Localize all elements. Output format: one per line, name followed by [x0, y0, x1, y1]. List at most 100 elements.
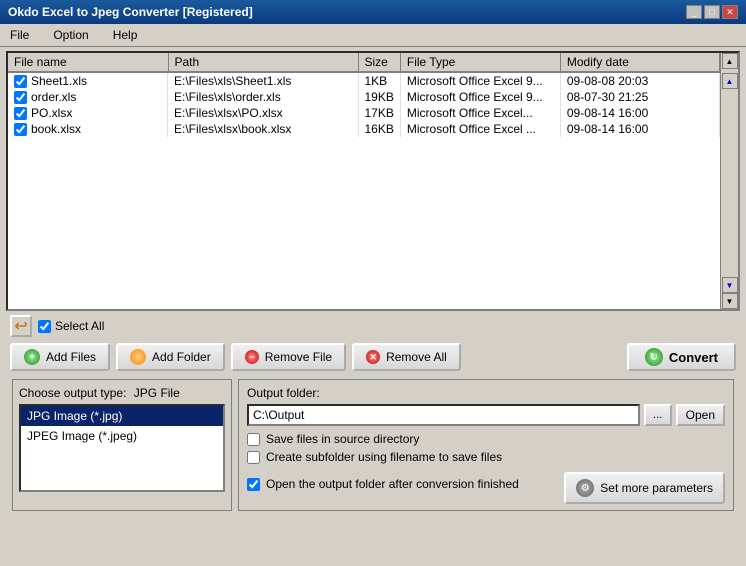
output-folder-input[interactable]: [247, 404, 640, 426]
convert-label: Convert: [669, 350, 718, 365]
set-params-label: Set more parameters: [600, 481, 713, 495]
gear-icon: ⚙: [576, 479, 594, 497]
window-controls: _ □ ✕: [686, 5, 738, 19]
bottom-nav: ↩ Select All: [6, 311, 740, 341]
maximize-button[interactable]: □: [704, 5, 720, 19]
cell-filename: Sheet1.xls: [8, 73, 168, 89]
table-row[interactable]: Sheet1.xls E:\Files\xls\Sheet1.xls 1KB M…: [8, 72, 720, 89]
output-type-list[interactable]: JPG Image (*.jpg)JPEG Image (*.jpeg): [19, 404, 225, 492]
menu-option[interactable]: Option: [47, 26, 94, 44]
select-all-label[interactable]: Select All: [38, 319, 104, 333]
scroll-down-btn[interactable]: ▼: [722, 277, 738, 293]
select-all-checkbox[interactable]: [38, 320, 51, 333]
cell-type: Microsoft Office Excel...: [400, 105, 560, 121]
remove-file-icon: −: [245, 350, 259, 364]
row-checkbox-2[interactable]: [14, 107, 27, 120]
save-source-label: Save files in source directory: [266, 432, 419, 446]
add-folder-label: Add Folder: [152, 350, 211, 364]
add-files-button[interactable]: + Add Files: [10, 343, 110, 371]
cell-date: 09-08-14 16:00: [560, 105, 719, 121]
main-content: File name Path Size File Type Modify dat…: [0, 47, 746, 519]
cell-size: 17KB: [358, 105, 400, 121]
col-date: Modify date: [560, 53, 719, 72]
last-row: Open the output folder after conversion …: [247, 468, 725, 504]
output-list-item[interactable]: JPEG Image (*.jpeg): [21, 426, 223, 446]
col-filename: File name: [8, 53, 168, 72]
scroll-up-btn[interactable]: ▲: [722, 73, 738, 89]
col-filetype: File Type: [400, 53, 560, 72]
convert-icon: ↻: [645, 348, 663, 366]
open-after-checkbox[interactable]: [247, 478, 260, 491]
row-checkbox-1[interactable]: [14, 91, 27, 104]
cell-path: E:\Files\xls\order.xls: [168, 89, 358, 105]
minimize-button[interactable]: _: [686, 5, 702, 19]
cell-size: 16KB: [358, 121, 400, 137]
menu-bar: File Option Help: [0, 24, 746, 47]
title-bar: Okdo Excel to Jpeg Converter [Registered…: [0, 0, 746, 24]
open-label: Open: [686, 408, 715, 422]
output-type-box: Choose output type: JPG File JPG Image (…: [12, 379, 232, 511]
output-type-label: Choose output type: JPG File: [19, 386, 225, 400]
create-subfolder-row: Create subfolder using filename to save …: [247, 450, 725, 464]
cell-filename: book.xlsx: [8, 121, 168, 137]
file-table-container: File name Path Size File Type Modify dat…: [6, 51, 740, 311]
lower-panel: Choose output type: JPG File JPG Image (…: [6, 375, 740, 515]
create-subfolder-checkbox[interactable]: [247, 451, 260, 464]
col-size: Size: [358, 53, 400, 72]
cell-filename: order.xls: [8, 89, 168, 105]
open-folder-button[interactable]: Open: [676, 404, 725, 426]
cell-type: Microsoft Office Excel ...: [400, 121, 560, 137]
cell-date: 09-08-14 16:00: [560, 121, 719, 137]
remove-file-button[interactable]: − Remove File: [231, 343, 346, 371]
cell-path: E:\Files\xlsx\book.xlsx: [168, 121, 358, 137]
window-title: Okdo Excel to Jpeg Converter [Registered…: [8, 5, 253, 19]
save-source-checkbox[interactable]: [247, 433, 260, 446]
remove-all-icon: ✕: [366, 350, 380, 364]
close-button[interactable]: ✕: [722, 5, 738, 19]
cell-size: 19KB: [358, 89, 400, 105]
toolbar: + Add Files Add Folder − Remove File ✕ R…: [6, 341, 740, 375]
select-all-text: Select All: [55, 319, 104, 333]
back-icon: ↩: [14, 316, 27, 336]
cell-date: 09-08-08 20:03: [560, 72, 719, 89]
browse-button[interactable]: ...: [644, 404, 672, 426]
cell-type: Microsoft Office Excel 9...: [400, 72, 560, 89]
col-path: Path: [168, 53, 358, 72]
create-subfolder-label: Create subfolder using filename to save …: [266, 450, 502, 464]
output-right-panel: Output folder: ... Open Save files in so…: [238, 379, 734, 511]
scrollbar-right[interactable]: ▲ ▲ ▼ ▼: [720, 53, 738, 309]
table-wrapper: File name Path Size File Type Modify dat…: [8, 53, 738, 309]
remove-file-label: Remove File: [265, 350, 332, 364]
cell-path: E:\Files\xlsx\PO.xlsx: [168, 105, 358, 121]
output-folder-label: Output folder:: [247, 386, 725, 400]
table-row[interactable]: book.xlsx E:\Files\xlsx\book.xlsx 16KB M…: [8, 121, 720, 137]
open-after-label: Open the output folder after conversion …: [266, 477, 519, 491]
remove-all-label: Remove All: [386, 350, 447, 364]
output-folder-row: ... Open: [247, 404, 725, 426]
cell-size: 1KB: [358, 72, 400, 89]
row-checkbox-3[interactable]: [14, 123, 27, 136]
scroll-bottom-btn[interactable]: ▼: [722, 293, 738, 309]
file-table: File name Path Size File Type Modify dat…: [8, 53, 720, 137]
cell-filename: PO.xlsx: [8, 105, 168, 121]
open-after-row: Open the output folder after conversion …: [247, 477, 519, 491]
output-list-item[interactable]: JPG Image (*.jpg): [21, 406, 223, 426]
table-row[interactable]: PO.xlsx E:\Files\xlsx\PO.xlsx 17KB Micro…: [8, 105, 720, 121]
back-button[interactable]: ↩: [10, 315, 32, 337]
add-files-icon: +: [24, 349, 40, 365]
add-files-label: Add Files: [46, 350, 96, 364]
add-folder-icon: [130, 349, 146, 365]
table-row[interactable]: order.xls E:\Files\xls\order.xls 19KB Mi…: [8, 89, 720, 105]
save-source-row: Save files in source directory: [247, 432, 725, 446]
convert-button[interactable]: ↻ Convert: [627, 343, 736, 371]
cell-type: Microsoft Office Excel 9...: [400, 89, 560, 105]
menu-file[interactable]: File: [4, 26, 35, 44]
set-params-button[interactable]: ⚙ Set more parameters: [564, 472, 725, 504]
remove-all-button[interactable]: ✕ Remove All: [352, 343, 461, 371]
browse-label: ...: [653, 409, 662, 421]
row-checkbox-0[interactable]: [14, 75, 27, 88]
cell-date: 08-07-30 21:25: [560, 89, 719, 105]
add-folder-button[interactable]: Add Folder: [116, 343, 225, 371]
scroll-top-btn[interactable]: ▲: [722, 53, 738, 69]
menu-help[interactable]: Help: [107, 26, 144, 44]
